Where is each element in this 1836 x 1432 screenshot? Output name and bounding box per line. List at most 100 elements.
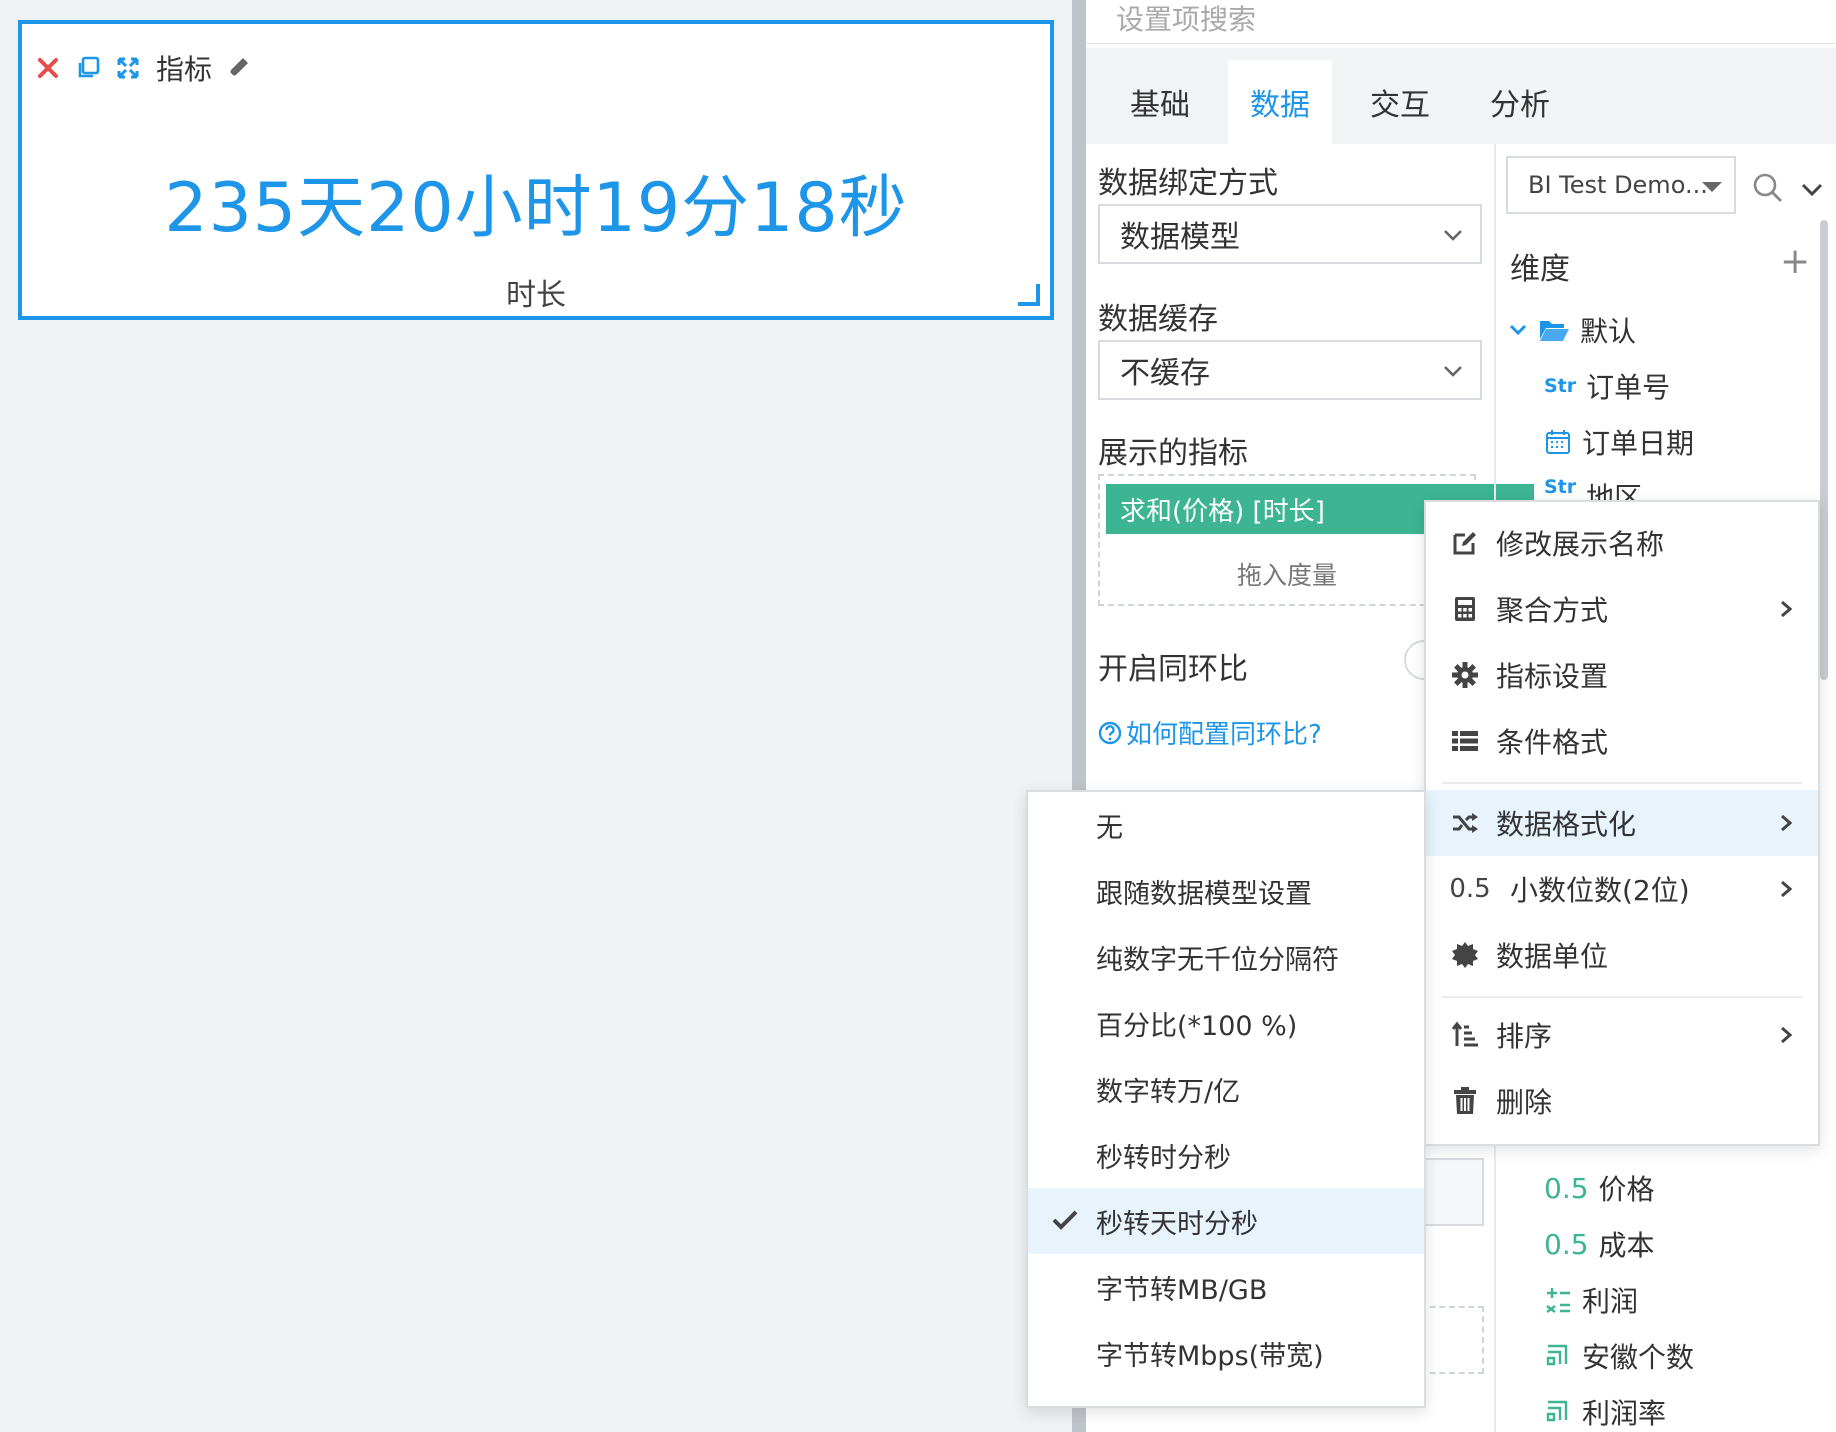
measure-item[interactable]: 安徽个数 [1544, 1336, 1694, 1376]
pencil-icon[interactable] [224, 54, 252, 82]
menu-item-rename[interactable]: 修改展示名称 [1426, 510, 1818, 576]
covered-input[interactable] [1420, 1158, 1484, 1226]
menu-item-data-unit[interactable]: 数据单位 [1426, 922, 1818, 988]
dimension-item[interactable]: 订单日期 [1544, 422, 1694, 462]
number-type-icon: 0.5 [1544, 1227, 1589, 1261]
data-format-submenu: 无 跟随数据模型设置 纯数字无千位分隔符 百分比(*100 %) 数字转万/亿 … [1026, 790, 1426, 1408]
folder-default[interactable]: 默认 [1508, 310, 1636, 350]
measure-item[interactable]: 利润率 [1544, 1392, 1666, 1432]
string-type-icon: Str [1544, 375, 1577, 397]
menu-item-decimals[interactable]: 0.5 小数位数(2位) [1426, 856, 1818, 922]
shuffle-icon [1450, 808, 1480, 838]
string-type-icon: Str [1544, 476, 1577, 498]
format-option-sec-hms[interactable]: 秒转时分秒 [1028, 1122, 1424, 1188]
metric-value: 235天20小时19分18秒 [164, 169, 908, 248]
expand-icon[interactable] [114, 54, 142, 82]
resize-handle[interactable] [1018, 284, 1040, 306]
dimension-title: 维度 [1510, 252, 1570, 287]
metric-label: 时长 [506, 278, 566, 313]
format-option-plain-number[interactable]: 纯数字无千位分隔符 [1028, 924, 1424, 990]
tab-basic[interactable]: 基础 [1108, 60, 1212, 144]
settings-tabs: 基础 数据 交互 分析 [1086, 48, 1836, 144]
chevron-down-icon[interactable] [1800, 178, 1824, 202]
chevron-right-icon [1781, 880, 1793, 898]
metric-section-label: 展示的指标 [1098, 436, 1248, 471]
folder-label: 默认 [1580, 315, 1637, 348]
datasource-value: BI Test Demo... [1528, 171, 1708, 199]
number-type-icon: 0.5 [1544, 1171, 1589, 1205]
settings-search-input[interactable] [1114, 0, 1718, 40]
check-icon [1052, 1210, 1078, 1230]
chevron-right-icon [1781, 600, 1793, 618]
folder-open-icon [1540, 321, 1569, 341]
metric-widget[interactable]: 指标 235天20小时19分18秒 时长 [18, 20, 1054, 320]
cache-label: 数据缓存 [1098, 302, 1218, 337]
gear-icon [1450, 660, 1480, 690]
menu-item-delete[interactable]: 删除 [1426, 1068, 1818, 1134]
copy-icon[interactable] [74, 54, 102, 82]
calendar-icon [1546, 430, 1570, 454]
settings-search-bar [1086, 0, 1836, 44]
edit-icon [1450, 528, 1480, 558]
measure-item[interactable]: 0.5 价格 [1544, 1168, 1655, 1208]
binding-value: 数据模型 [1120, 220, 1240, 255]
chevron-down-icon [1509, 324, 1527, 336]
format-option-percent[interactable]: 百分比(*100 %) [1028, 990, 1424, 1056]
badge-icon [1450, 940, 1480, 970]
binding-select[interactable]: 数据模型 [1098, 204, 1482, 264]
measure-dropzone[interactable]: 求和(价格) [时长] 拖入度量 [1098, 474, 1534, 606]
format-option-sec-dhms[interactable]: 秒转天时分秒 [1028, 1188, 1424, 1254]
tab-data[interactable]: 数据 [1228, 60, 1332, 144]
cache-value: 不缓存 [1120, 356, 1210, 391]
cache-select[interactable]: 不缓存 [1098, 340, 1482, 400]
chevron-right-icon [1781, 814, 1793, 832]
menu-item-conditional-format[interactable]: 条件格式 [1426, 708, 1818, 774]
close-icon[interactable] [34, 54, 62, 82]
measure-name: 安徽个数 [1582, 1341, 1695, 1374]
chevron-down-icon [1444, 366, 1462, 377]
measure-name: 利润 [1582, 1285, 1639, 1318]
format-option-bytes-mb-gb[interactable]: 字节转MB/GB [1028, 1254, 1424, 1320]
dimension-item[interactable]: Str 订单号 [1544, 366, 1670, 406]
measure-name: 成本 [1598, 1229, 1655, 1262]
chevron-right-icon [1781, 1026, 1793, 1044]
measure-name: 利润率 [1582, 1397, 1667, 1430]
format-option-follow-model[interactable]: 跟随数据模型设置 [1028, 858, 1424, 924]
add-dimension-icon[interactable]: + [1780, 244, 1810, 280]
search-icon[interactable] [1752, 172, 1784, 204]
measure-item[interactable]: 利润 [1544, 1280, 1638, 1320]
aggregate-field-icon [1546, 1344, 1568, 1366]
tab-interaction[interactable]: 交互 [1348, 60, 1452, 144]
decimal-icon: 0.5 [1449, 874, 1491, 904]
chevron-down-icon [1444, 230, 1462, 241]
menu-separator [1442, 782, 1802, 784]
menu-item-metric-settings[interactable]: 指标设置 [1426, 642, 1818, 708]
fields-scrollbar[interactable] [1820, 220, 1828, 680]
covered-dropzone[interactable] [1420, 1306, 1484, 1374]
yoy-label: 开启同环比 [1098, 652, 1248, 687]
question-icon [1098, 721, 1122, 744]
widget-toolbar: 指标 [34, 50, 252, 86]
calculated-field-icon [1546, 1288, 1570, 1313]
format-option-bytes-mbps[interactable]: 字节转Mbps(带宽) [1028, 1320, 1424, 1386]
widget-title: 指标 [156, 53, 213, 86]
dimension-item[interactable]: Str 地区 [1544, 476, 1642, 500]
yoy-help-text: 如何配置同环比? [1126, 720, 1322, 750]
menu-item-sort[interactable]: 排序 [1426, 1002, 1818, 1068]
datasource-select[interactable]: BI Test Demo... [1506, 156, 1736, 214]
menu-item-aggregation[interactable]: 聚合方式 [1426, 576, 1818, 642]
tab-analysis[interactable]: 分析 [1468, 60, 1572, 144]
caret-down-icon [1702, 182, 1722, 192]
format-option-wan-yi[interactable]: 数字转万/亿 [1028, 1056, 1424, 1122]
menu-item-data-format[interactable]: 数据格式化 [1426, 790, 1818, 856]
dimension-name: 地区 [1586, 481, 1643, 500]
yoy-help-link[interactable]: 如何配置同环比? [1098, 714, 1322, 751]
menu-separator [1442, 996, 1802, 998]
trash-icon [1450, 1086, 1480, 1116]
calculator-icon [1450, 594, 1480, 624]
dimension-name: 订单号 [1586, 371, 1671, 404]
measure-item[interactable]: 0.5 成本 [1544, 1224, 1655, 1264]
aggregate-field-icon [1546, 1400, 1568, 1422]
dimension-name: 订单日期 [1582, 427, 1695, 460]
format-option-none[interactable]: 无 [1028, 792, 1424, 858]
